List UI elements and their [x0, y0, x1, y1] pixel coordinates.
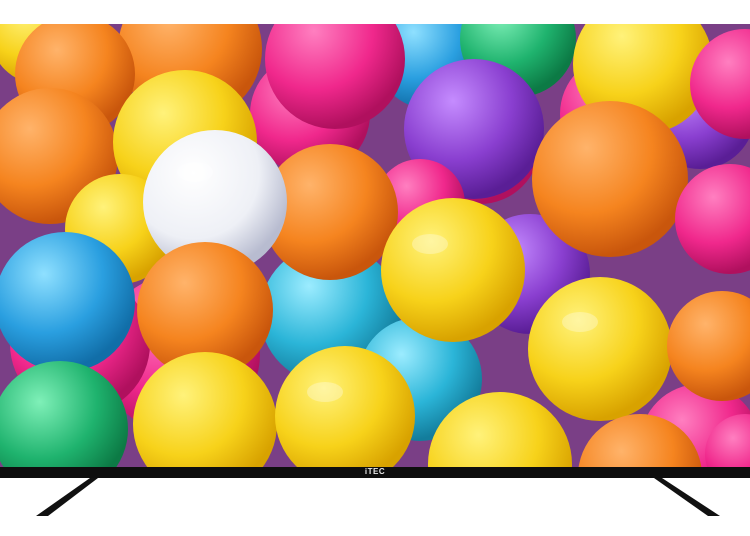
right-stand-leg: [654, 478, 720, 516]
television: iTEC: [0, 24, 750, 478]
brand-logo: iTEC: [364, 467, 386, 476]
left-stand-leg: [36, 478, 98, 516]
tv-bottom-bezel: iTEC: [0, 467, 750, 478]
tv-screen: [0, 24, 750, 467]
ball-pit-image: [0, 24, 750, 467]
